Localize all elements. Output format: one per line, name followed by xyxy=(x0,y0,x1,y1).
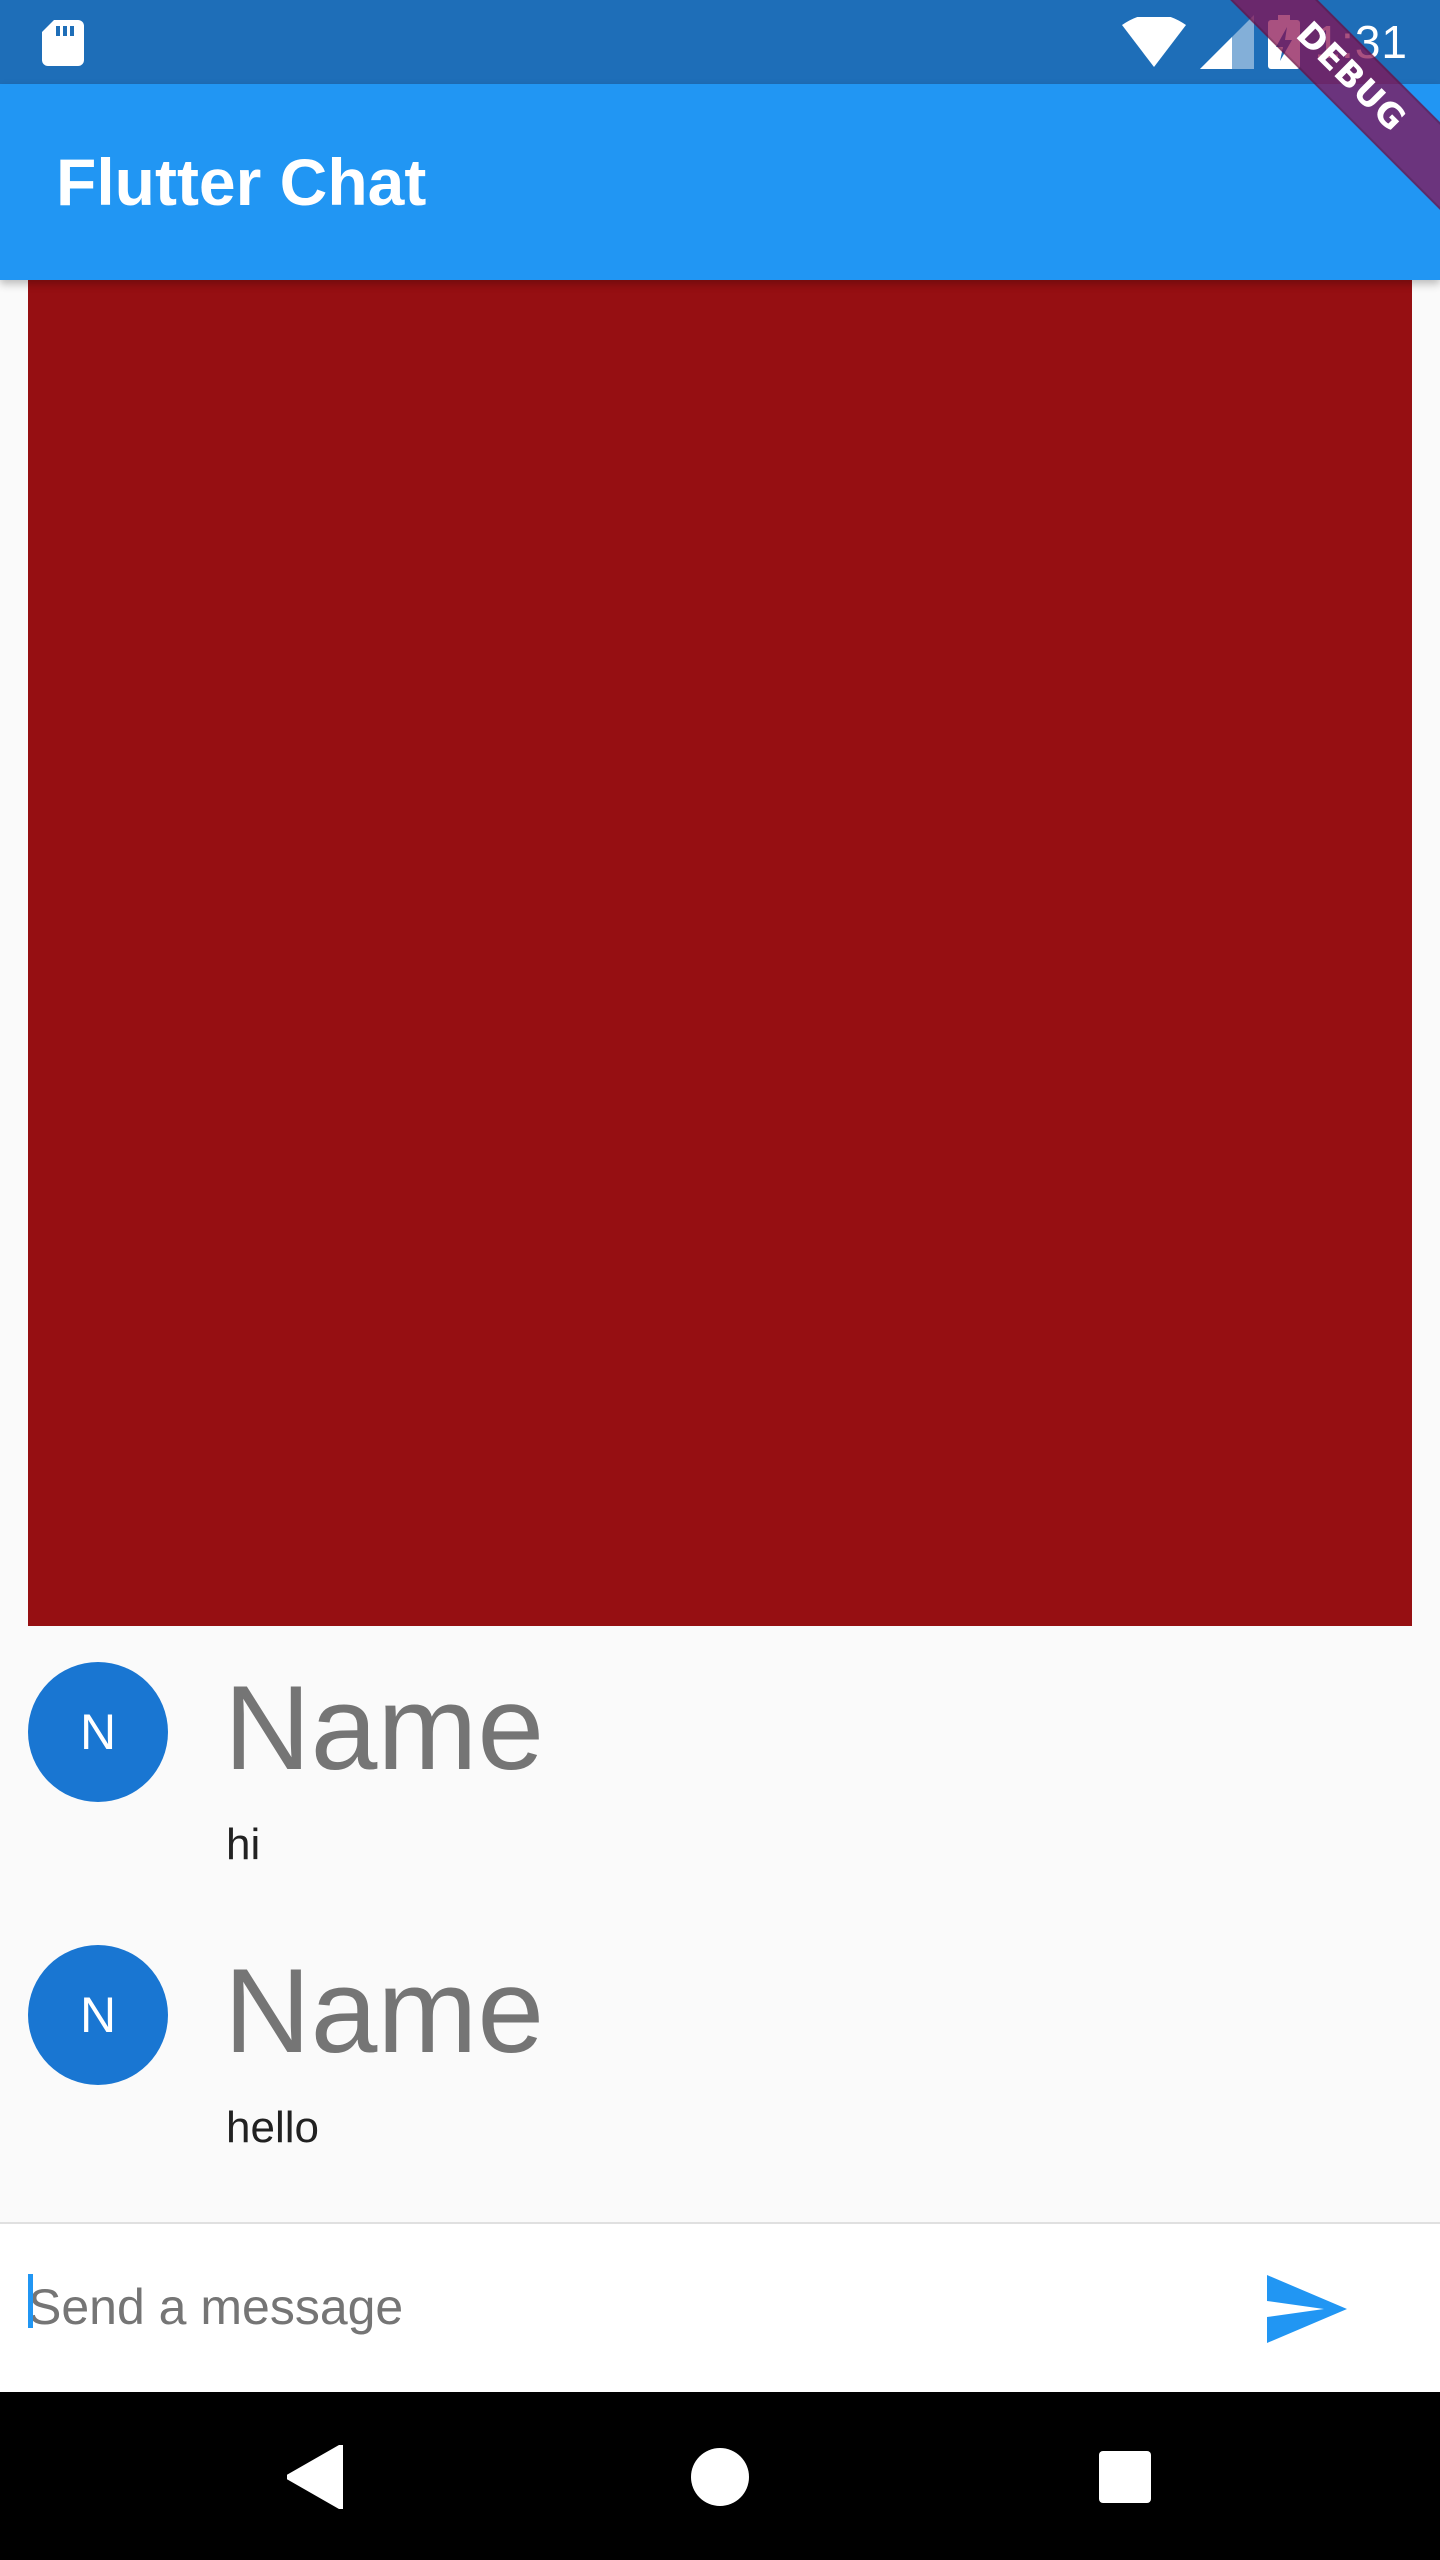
app-title: Flutter Chat xyxy=(56,145,427,219)
message-text: hi xyxy=(226,1820,261,1869)
recents-icon xyxy=(1099,2451,1151,2503)
avatar: N xyxy=(28,1945,168,2085)
sender-name: Name xyxy=(224,1944,545,2078)
back-button[interactable] xyxy=(270,2432,360,2522)
recents-button[interactable] xyxy=(1080,2432,1170,2522)
signal-icon xyxy=(1200,15,1255,69)
image-message[interactable] xyxy=(28,280,1412,1626)
send-button[interactable] xyxy=(1252,2254,1362,2364)
sd-card-icon xyxy=(42,20,84,66)
navigation-bar xyxy=(0,2392,1440,2560)
back-icon xyxy=(287,2445,343,2509)
avatar: N xyxy=(28,1662,168,1802)
text-cursor xyxy=(28,2274,33,2328)
wifi-icon xyxy=(1122,17,1187,67)
home-icon xyxy=(691,2448,749,2506)
status-bar: 1:31 xyxy=(0,0,1440,84)
message-text: hello xyxy=(226,2103,319,2152)
sender-name: Name xyxy=(224,1661,545,1795)
send-icon xyxy=(1267,2275,1347,2343)
message-composer xyxy=(0,2222,1440,2394)
chat-screen: 1:31 Flutter Chat DEBUG N Name hi N Name… xyxy=(0,0,1440,2560)
home-button[interactable] xyxy=(675,2432,765,2522)
app-bar: Flutter Chat xyxy=(0,84,1440,280)
message-input[interactable] xyxy=(28,2262,1178,2352)
